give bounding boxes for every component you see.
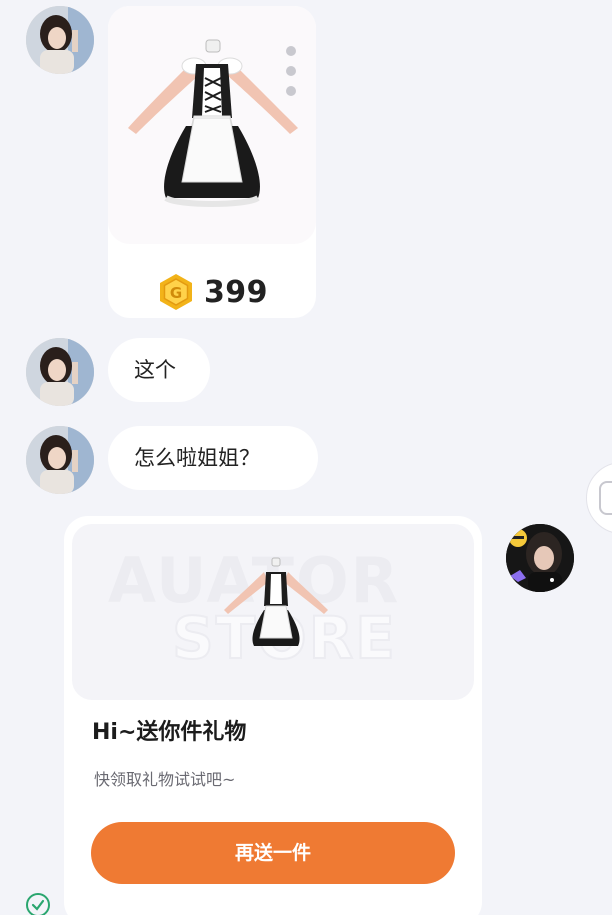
contact-avatar[interactable]	[26, 6, 94, 74]
chat-screen: G 399 这个 怎么啦姐姐？ AUATOR Hi~送你件礼物 快领取礼物试试吧…	[0, 0, 612, 915]
gift-product-card[interactable]: G 399	[108, 6, 316, 318]
message-text: 这个	[134, 358, 176, 382]
gift-message-subtitle: 快领取礼物试试吧~	[94, 770, 236, 789]
contact-avatar[interactable]	[26, 426, 94, 494]
gift-message-card[interactable]: AUATOR STORE Hi~送你件礼物 快领取礼物试试吧~ 再送一件	[64, 516, 482, 915]
gift-message-title: Hi~送你件礼物	[92, 720, 247, 745]
sent-check-icon	[26, 893, 50, 915]
side-tab-icon	[599, 481, 612, 515]
contact-avatar[interactable]	[26, 338, 94, 406]
incoming-message-bubble[interactable]: 这个	[108, 338, 210, 402]
incoming-message-bubble[interactable]: 怎么啦姐姐？	[108, 426, 318, 490]
message-text: 怎么啦姐姐？	[134, 446, 260, 470]
send-another-button[interactable]: 再送一件	[91, 822, 455, 884]
svg-text:G: G	[170, 284, 182, 302]
gold-coin-icon: G	[159, 274, 192, 310]
gift-price-row: G 399	[108, 268, 316, 316]
gift-price: 399	[203, 274, 269, 310]
gift-banner: AUATOR STORE	[72, 524, 474, 700]
self-avatar[interactable]	[506, 524, 574, 592]
vertical-dots-icon[interactable]	[284, 46, 298, 96]
gift-banner-image	[224, 557, 328, 646]
floating-side-tab[interactable]	[586, 462, 612, 534]
gift-product-image	[108, 6, 316, 244]
